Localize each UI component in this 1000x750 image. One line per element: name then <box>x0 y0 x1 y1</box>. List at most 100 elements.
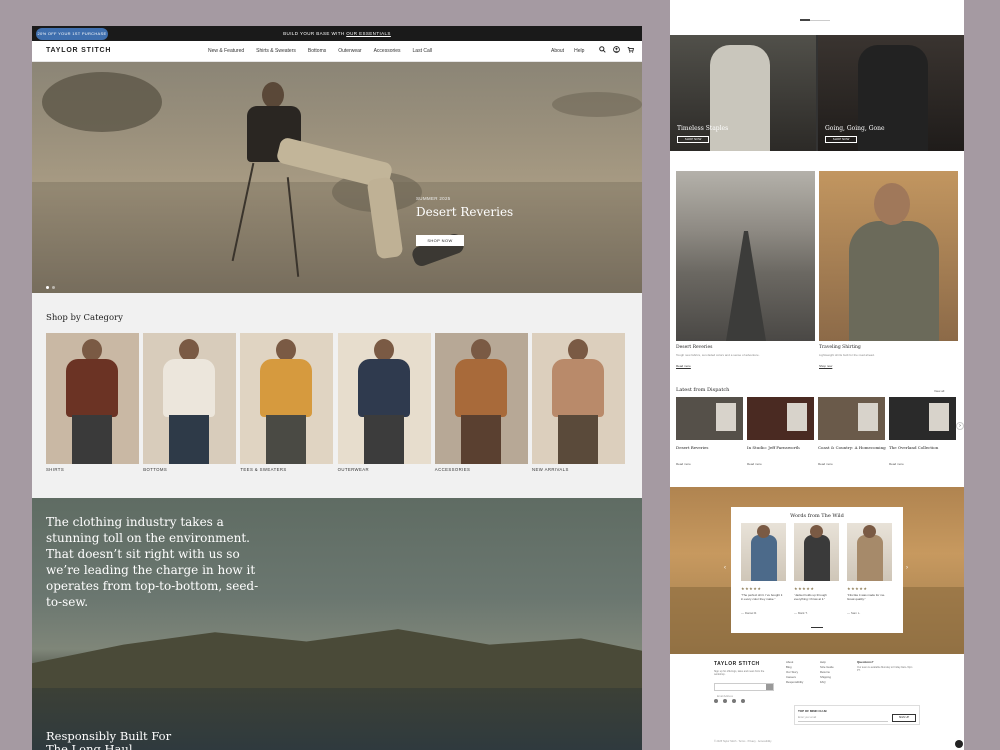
model-head <box>568 339 588 361</box>
collection-banners: Timeless Staples SHOP NOW Going, Going, … <box>670 35 964 151</box>
reviews-card: Words from The Wild ★★★★★ “The perfect sh… <box>731 507 903 633</box>
editorial-link-1[interactable]: Read more <box>676 364 691 368</box>
essentials-link[interactable]: OUR ESSENTIALS <box>346 31 391 36</box>
reviews-prev-arrow[interactable]: ‹ <box>724 565 726 571</box>
main-nav: TAYLOR STITCH New & Featured Shirts & Sw… <box>32 41 642 62</box>
model-top <box>260 359 313 417</box>
nav-new-featured[interactable]: New & Featured <box>208 48 244 54</box>
reviews-section: Words from The Wild ★★★★★ “The perfect sh… <box>670 487 964 654</box>
category-tile[interactable] <box>143 333 237 464</box>
club-email-input[interactable]: Enter your email <box>798 716 888 722</box>
category-tile[interactable] <box>240 333 334 464</box>
category-label[interactable]: NEW ARRIVALS <box>532 467 569 472</box>
category-label[interactable]: BOTTOMS <box>143 467 167 472</box>
customer-service-desc: Our team is available Monday to Friday 9… <box>857 666 913 672</box>
announcement-bar: BUILD YOUR BASE WITH OUR ESSENTIALS <box>32 26 642 41</box>
nav-bottoms[interactable]: Bottoms <box>308 48 326 54</box>
review-stars: ★★★★★ <box>847 586 868 591</box>
club-signup-button[interactable]: SIGN UP <box>892 714 916 722</box>
hero-banner[interactable]: SUMMER 2025 Desert Reveries SHOP NOW <box>32 62 642 293</box>
model-head <box>82 339 102 361</box>
review-model-head <box>863 525 876 538</box>
timeless-staples-card[interactable]: Timeless Staples SHOP NOW <box>670 35 816 151</box>
dispatch-read-more[interactable]: Read more <box>889 462 904 466</box>
shop-now-button[interactable]: SHOP NOW <box>416 235 464 246</box>
footer-link[interactable]: FAQ <box>820 680 834 685</box>
account-icon[interactable] <box>613 46 620 53</box>
category-tile[interactable] <box>46 333 139 464</box>
reviews-next-arrow[interactable]: › <box>906 565 908 571</box>
shirting-image[interactable] <box>819 171 958 341</box>
footer-email-submit[interactable] <box>766 684 773 690</box>
nav-help[interactable]: Help <box>574 48 584 54</box>
slide-dot-1[interactable] <box>46 286 49 289</box>
category-label[interactable]: TEES & SWEATERS <box>240 467 286 472</box>
dispatch-thumb <box>929 403 949 431</box>
brand-logo[interactable]: TAYLOR STITCH <box>46 47 111 54</box>
social-links <box>714 699 745 703</box>
review-model <box>804 535 830 581</box>
shop-by-category: Shop by Category SHIRTS BOTTOMS TEES & SWE… <box>32 293 642 498</box>
dispatch-read-more[interactable]: Read more <box>747 462 762 466</box>
nav-accessories[interactable]: Accessories <box>374 48 401 54</box>
reviews-pagination[interactable] <box>811 627 823 628</box>
category-heading: Shop by Category <box>46 313 123 323</box>
footer-link[interactable]: Responsibility <box>786 680 803 685</box>
dispatch-read-more[interactable]: Read more <box>818 462 833 466</box>
review-model-head <box>810 525 823 538</box>
youtube-icon[interactable] <box>741 699 745 703</box>
hero-slide-dots <box>46 286 55 289</box>
model-head <box>276 339 297 361</box>
category-tile[interactable] <box>337 333 431 464</box>
category-label[interactable]: OUTERWEAR <box>338 467 369 472</box>
chat-icon[interactable] <box>955 740 963 748</box>
dispatch-title: Desert Reveries <box>676 445 709 450</box>
category-tile[interactable] <box>434 333 528 464</box>
review-model-head <box>757 525 770 538</box>
pinterest-icon[interactable] <box>732 699 736 703</box>
category-tile[interactable] <box>532 333 625 464</box>
cart-icon[interactable] <box>627 46 634 53</box>
nav-shirts-sweaters[interactable]: Shirts & Sweaters <box>256 48 296 54</box>
review-author: — Daniel R. <box>741 611 758 615</box>
dispatch-card[interactable] <box>676 397 743 440</box>
model-bottom <box>169 415 210 464</box>
hero-subtitle: SUMMER 2025 <box>416 196 451 201</box>
footer-logo[interactable]: TAYLOR STITCH <box>714 661 760 667</box>
going-gone-card[interactable]: Going, Going, Gone SHOP NOW <box>818 35 964 151</box>
facebook-icon[interactable] <box>714 699 718 703</box>
model-bottom <box>72 415 112 464</box>
category-label[interactable]: ACCESSORIES <box>435 467 470 472</box>
footer-col-1: About Blog Our Story Careers Responsibil… <box>786 660 803 685</box>
dispatch-read-more[interactable]: Read more <box>676 462 691 466</box>
editorial-title-1: Desert Reveries <box>676 345 713 350</box>
review-quote: “Jacket holds up through everything I th… <box>794 593 827 601</box>
model-head <box>373 339 394 361</box>
going-gone-button[interactable]: SHOP NOW <box>825 136 857 143</box>
hero-title: Desert Reveries <box>416 205 514 219</box>
dispatch-view-all[interactable]: View all <box>934 389 944 393</box>
dispatch-next-arrow[interactable]: › <box>956 422 964 430</box>
instagram-icon[interactable] <box>723 699 727 703</box>
homepage-desktop: BUILD YOUR BASE WITH OUR ESSENTIALS 20% … <box>32 26 642 750</box>
sustainability-section: The clothing industry takes a stunning t… <box>32 498 642 750</box>
slide-dot-2[interactable] <box>52 286 55 289</box>
promo-pill[interactable]: 20% OFF YOUR 1ST PURCHASE <box>36 28 108 40</box>
search-icon[interactable] <box>599 46 606 53</box>
club-title: TOP OF MIND CLUB <box>798 709 827 713</box>
nav-last-call[interactable]: Last Call <box>413 48 432 54</box>
road-image[interactable] <box>676 171 815 341</box>
model-top <box>163 359 216 417</box>
footer-email-input[interactable]: Email Address <box>714 683 774 698</box>
nav-about[interactable]: About <box>551 48 564 54</box>
timeless-staples-button[interactable]: SHOP NOW <box>677 136 709 143</box>
homepage-continued: Timeless Staples SHOP NOW Going, Going, … <box>670 0 964 750</box>
dispatch-card[interactable] <box>747 397 814 440</box>
nav-outerwear[interactable]: Outerwear <box>338 48 361 54</box>
model-top <box>552 359 604 417</box>
dispatch-title: Coast & Country: A Homecoming <box>818 445 886 450</box>
editorial-link-2[interactable]: Shop now <box>819 364 832 368</box>
dispatch-card[interactable] <box>818 397 885 440</box>
category-label[interactable]: SHIRTS <box>46 467 64 472</box>
dispatch-card[interactable] <box>889 397 956 440</box>
